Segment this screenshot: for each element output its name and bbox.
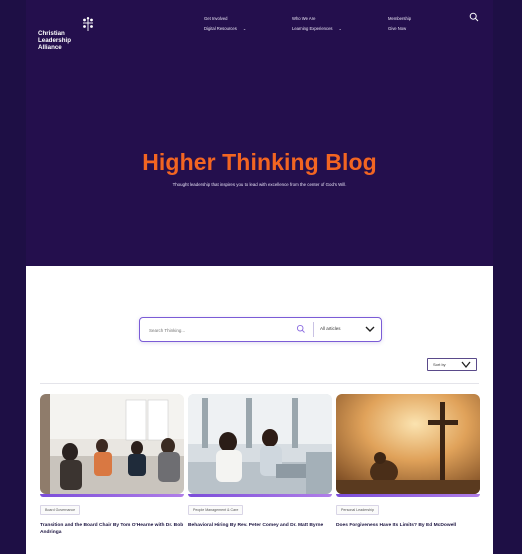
- page-frame: Christian Leadership Alliance Get Involv…: [26, 0, 493, 554]
- nav-item-digital-resources[interactable]: Digital Resources ⌄: [204, 24, 246, 34]
- hero-section: Christian Leadership Alliance Get Involv…: [26, 0, 493, 266]
- card-image-interview[interactable]: [188, 394, 332, 494]
- blog-card[interactable]: Personal Leadership Does Forgiveness Hav…: [336, 394, 480, 529]
- nav-column-1: Get Involved Digital Resources ⌄: [204, 14, 246, 34]
- logo-wordmark: Christian Leadership Alliance: [38, 30, 72, 51]
- category-tag[interactable]: People Management & Care: [188, 505, 244, 515]
- sort-dropdown[interactable]: Sort by: [427, 358, 477, 371]
- photo-office-interview: [188, 394, 332, 494]
- nav-column-2: Who We Are Learning Experiences ⌄: [292, 14, 342, 34]
- page-title: Higher Thinking Blog: [142, 149, 377, 176]
- leaf-cross-icon: [83, 17, 93, 31]
- nav-item-give-now[interactable]: Give Now: [388, 24, 411, 34]
- nav-item-membership[interactable]: Membership: [388, 14, 411, 24]
- chevron-down-icon: ⌄: [242, 26, 247, 31]
- nav-item-learning-experiences[interactable]: Learning Experiences ⌄: [292, 24, 342, 34]
- photo-meeting-table: [40, 394, 184, 494]
- card-title[interactable]: Transition and the Board Chair By Tom O'…: [40, 522, 184, 536]
- card-accent-bar: [188, 494, 332, 497]
- nav-column-3: Membership Give Now: [388, 14, 411, 34]
- card-image-cross[interactable]: [336, 394, 480, 494]
- search-divider: [313, 322, 314, 337]
- category-tag[interactable]: Personal Leadership: [336, 505, 379, 515]
- search-icon[interactable]: [469, 12, 479, 22]
- sort-label: Sort by: [433, 362, 446, 367]
- card-accent-bar: [40, 494, 184, 497]
- photo-cross-sunset: [336, 394, 480, 494]
- chevron-down-icon[interactable]: [364, 323, 376, 335]
- nav-item-get-involved[interactable]: Get Involved: [204, 14, 246, 24]
- category-tag[interactable]: Board Governance: [40, 505, 81, 515]
- chevron-down-icon: [461, 361, 471, 369]
- chevron-down-icon: ⌄: [338, 26, 342, 31]
- blog-search-bar: All articles: [139, 317, 382, 342]
- blog-card[interactable]: Board Governance Transition and the Boar…: [40, 394, 184, 536]
- nav-item-who-we-are[interactable]: Who We Are: [292, 14, 342, 24]
- category-filter-select[interactable]: All articles: [320, 326, 341, 331]
- site-logo[interactable]: Christian Leadership Alliance: [38, 16, 108, 62]
- card-image-meeting[interactable]: [40, 394, 184, 494]
- divider: [40, 383, 479, 384]
- card-accent-bar: [336, 494, 480, 497]
- page-subtitle: Thought leadership that inspires you to …: [172, 182, 347, 188]
- search-input[interactable]: [147, 324, 281, 336]
- blog-card[interactable]: People Management & Care Behavioral Hiri…: [188, 394, 332, 529]
- card-title[interactable]: Does Forgiveness Have Its Limits? By Ed …: [336, 522, 480, 529]
- search-icon[interactable]: [296, 324, 306, 334]
- card-title[interactable]: Behavioral Hiring By Rev. Peter Comey an…: [188, 522, 332, 529]
